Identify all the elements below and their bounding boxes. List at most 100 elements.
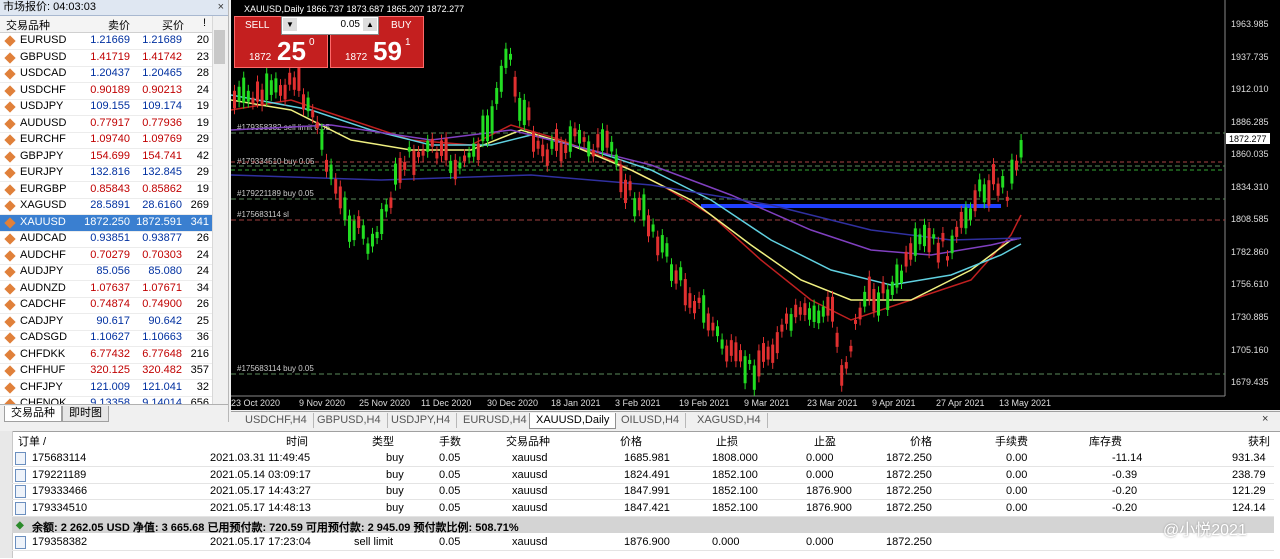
date-tick-label: 30 Dec 2020: [487, 398, 538, 408]
market-watch-row[interactable]: GBPJPY 154.699 154.741 42: [0, 149, 212, 166]
chart-tab[interactable]: XAUUSD,Daily: [529, 413, 617, 429]
chart-tab[interactable]: USDCHF,H4: [239, 413, 314, 428]
candle-body: [407, 147, 411, 152]
trade-row[interactable]: 179333466 2021.05.17 14:43:27 buy 0.05 xauus…: [12, 483, 1274, 501]
market-watch-row[interactable]: AUDNZD 1.07637 1.07671 34: [0, 281, 212, 298]
trade-row[interactable]: 179221189 2021.05.14 03:09:17 buy 0.05 xauus…: [12, 467, 1274, 484]
col-commission[interactable]: 手续费: [995, 433, 1028, 449]
chart-tab[interactable]: EURUSD,H4: [457, 413, 534, 428]
market-watch-row[interactable]: EURGBP 0.85843 0.85862 19: [0, 182, 212, 199]
lot-decrease-icon[interactable]: ▼: [283, 18, 297, 31]
col-time[interactable]: 时间: [286, 433, 308, 449]
symbol-name: CHFHUF: [20, 364, 66, 376]
order-current-price: 1872.250: [886, 536, 932, 548]
market-watch-row[interactable]: USDCAD 1.20437 1.20465 28: [0, 66, 212, 83]
col-lots[interactable]: 手数: [439, 433, 461, 449]
tab-symbols[interactable]: 交易品种: [4, 406, 62, 422]
close-icon[interactable]: ×: [1262, 413, 1268, 425]
close-icon[interactable]: ×: [218, 0, 224, 15]
candle-body: [950, 235, 954, 254]
trade-row[interactable]: 175683114 2021.03.31 11:49:45 buy 0.05 xauus…: [12, 450, 1274, 467]
market-watch-row[interactable]: USDCHF 0.90189 0.90213 24: [0, 83, 212, 100]
col-profit[interactable]: 获利: [1248, 433, 1270, 449]
market-watch-row[interactable]: XAGUSD 28.5891 28.6160 269: [0, 198, 212, 215]
column-symbol[interactable]: 交易品种: [6, 17, 50, 33]
market-watch-row[interactable]: XAUUSD 1872.250 1872.591 341: [0, 214, 212, 232]
market-watch-row[interactable]: EURJPY 132.816 132.845 29: [0, 165, 212, 182]
order-icon: [15, 485, 26, 499]
market-watch-row[interactable]: USDJPY 109.155 109.174 19: [0, 99, 212, 116]
price-tick-label: 1963.985: [1231, 19, 1269, 29]
spread: 29: [196, 166, 209, 178]
market-watch-row[interactable]: EURCHF 1.09740 1.09769 29: [0, 132, 212, 149]
trade-sl: 1852.100: [712, 502, 758, 515]
col-type[interactable]: 类型: [372, 433, 394, 449]
candle-body: [1010, 159, 1014, 184]
trade-row[interactable]: 179334510 2021.05.17 14:48:13 buy 0.05 xauus…: [12, 500, 1274, 518]
market-watch-row[interactable]: CADSGD 1.10627 1.10663 36: [0, 330, 212, 347]
candle-body: [840, 365, 844, 386]
trade-sl: 1852.100: [712, 485, 758, 498]
price-tick-label: 1834.310: [1231, 182, 1269, 192]
lot-increase-icon[interactable]: ▲: [363, 18, 377, 31]
col-price[interactable]: 价格: [620, 433, 642, 449]
market-watch-row[interactable]: CADCHF 0.74874 0.74900 26: [0, 297, 212, 314]
candle-body: [748, 359, 752, 364]
candle-body: [279, 85, 282, 96]
chart-tab[interactable]: XAGUSD,H4: [691, 413, 768, 428]
candle-body: [233, 90, 236, 109]
column-ask[interactable]: 买价: [162, 17, 184, 33]
market-watch-row[interactable]: AUDUSD 0.77917 0.77936 19: [0, 116, 212, 133]
col-sl[interactable]: 止损: [716, 433, 738, 449]
candle-body: [435, 152, 439, 159]
market-watch-row[interactable]: AUDCHF 0.70279 0.70303 24: [0, 248, 212, 265]
chart-tab[interactable]: USDJPY,H4: [385, 413, 458, 428]
candle-body: [251, 97, 255, 104]
price-tick-label: 1756.610: [1231, 279, 1269, 289]
symbol-name: CADJPY: [20, 314, 64, 327]
candle-body: [343, 197, 347, 220]
symbol-name: EURJPY: [20, 166, 64, 178]
ask-price: 0.77936: [142, 116, 182, 129]
scrollbar-thumb[interactable]: [214, 30, 225, 64]
market-watch-row[interactable]: EURUSD 1.21669 1.21689 20: [0, 33, 212, 50]
pending-order-row[interactable]: 179358382 2021.05.17 17:23:04 sell limit…: [12, 534, 1274, 551]
candle-body: [913, 228, 917, 256]
order-type: sell limit: [354, 536, 394, 548]
spread: 269: [190, 199, 209, 211]
chart-tab[interactable]: GBPUSD,H4: [311, 413, 388, 428]
chart-tab[interactable]: OILUSD,H4: [615, 413, 687, 428]
ask-price: 90.642: [148, 314, 182, 327]
symbol-name: CHFJPY: [20, 380, 63, 393]
candle-body: [831, 296, 834, 322]
market-watch-row[interactable]: GBPUSD 1.41719 1.41742 23: [0, 50, 212, 67]
market-watch-row[interactable]: CADJPY 90.617 90.642 25: [0, 314, 212, 331]
symbol-name: XAUUSD: [20, 215, 66, 228]
tab-tick-chart[interactable]: 即时图: [62, 406, 109, 422]
symbol-name: GBPJPY: [20, 149, 64, 162]
market-watch-scrollbar[interactable]: [212, 16, 228, 404]
candle-body: [766, 346, 770, 360]
candle-body: [674, 270, 678, 284]
col-tp[interactable]: 止盈: [814, 433, 836, 449]
candle-body: [412, 150, 416, 175]
column-spread[interactable]: !: [203, 17, 206, 29]
candle-body: [578, 129, 581, 144]
column-bid[interactable]: 卖价: [108, 17, 130, 33]
lot-size-input[interactable]: ▼ 0.05 ▲: [281, 16, 379, 35]
candle-body: [306, 97, 310, 112]
col-current-price[interactable]: 价格: [910, 433, 932, 449]
market-watch-row[interactable]: AUDJPY 85.056 85.080 24: [0, 264, 212, 281]
market-watch-row[interactable]: CHFDKK 6.77432 6.77648 216: [0, 347, 212, 364]
bid-price: 154.699: [90, 149, 130, 162]
market-watch-row[interactable]: CHFHUF 320.125 320.482 357: [0, 363, 212, 380]
candle-body: [371, 233, 374, 247]
symbol-icon: [4, 348, 16, 361]
symbol-name: USDCAD: [20, 67, 67, 79]
col-order[interactable]: 订单 /: [18, 433, 46, 449]
market-watch-row[interactable]: AUDCAD 0.93851 0.93877 26: [0, 231, 212, 248]
col-swap[interactable]: 库存费: [1089, 433, 1122, 449]
market-watch-row[interactable]: CHFJPY 121.009 121.041 32: [0, 380, 212, 397]
candle-body: [394, 163, 397, 185]
col-symbol[interactable]: 交易品种: [506, 433, 550, 449]
